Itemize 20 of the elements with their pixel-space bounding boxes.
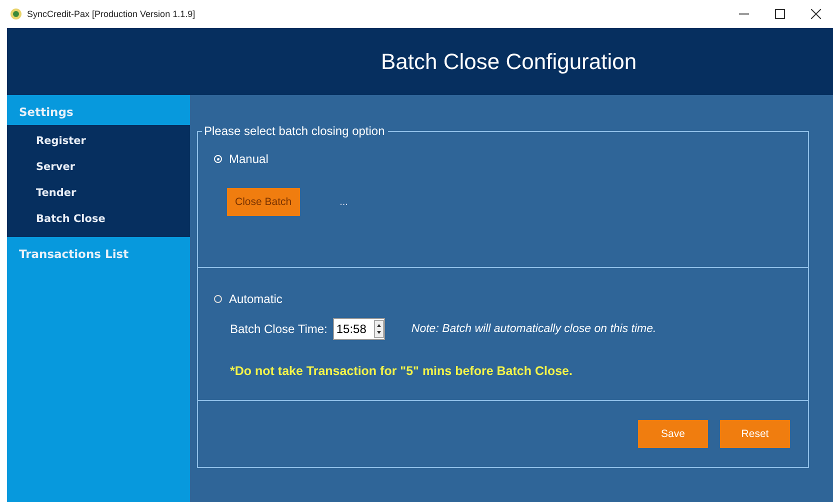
note-text: Note: Batch will automatically close on this time. — [411, 323, 656, 335]
sidebar-item[interactable]: Server — [7, 153, 190, 179]
close-icon[interactable] — [811, 9, 821, 19]
app-icon — [10, 8, 22, 20]
time-label: Batch Close Time: — [230, 322, 328, 336]
sidebar-item[interactable]: Tender — [7, 179, 190, 205]
time-spinner[interactable]: 15:58 — [333, 318, 386, 340]
sidebar-item[interactable]: Register — [7, 127, 190, 153]
maximize-icon[interactable] — [775, 9, 785, 19]
page-title: Batch Close Configuration — [381, 48, 637, 74]
spin-arrows-icon[interactable] — [374, 320, 384, 338]
warning-text: *Do not take Transaction for "5" mins before Batch Close. — [230, 364, 574, 378]
group-legend: Please select batch closing option — [202, 124, 388, 138]
status-text: ... — [340, 196, 348, 208]
radio-indicator[interactable] — [214, 295, 222, 303]
radio-option[interactable]: Manual — [214, 152, 268, 166]
radio-option[interactable]: Automatic — [214, 292, 282, 306]
sidebar-item[interactable]: Batch Close — [7, 205, 190, 231]
window-title: SyncCredit-Pax [Production Version 1.1.9] — [27, 9, 196, 19]
close-batch-button[interactable]: Close Batch — [227, 188, 300, 216]
